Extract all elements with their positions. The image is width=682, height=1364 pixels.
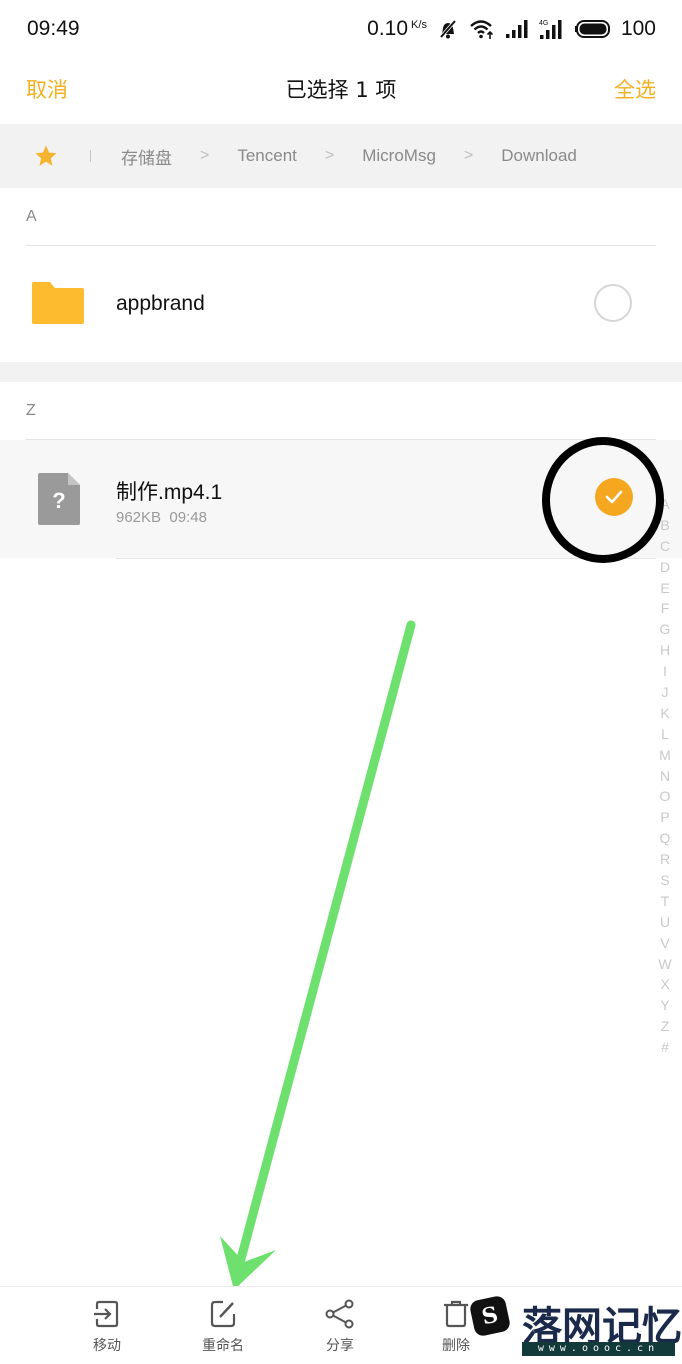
status-time: 09:49	[27, 17, 80, 40]
share-icon	[325, 1299, 354, 1329]
folder-icon	[32, 282, 84, 324]
alphabet-index-letter[interactable]: O	[660, 786, 671, 807]
select-checkbox-checked[interactable]	[595, 478, 633, 516]
alphabet-index[interactable]: A B C D E F G H I J K L M N O P Q R S T U V W X Y Z #	[658, 494, 672, 1058]
signal-icon	[505, 20, 528, 38]
watermark-logo-icon: S	[468, 1294, 512, 1338]
item-time: 09:48	[169, 509, 207, 526]
rename-label: 重命名	[202, 1338, 244, 1354]
star-icon[interactable]	[34, 144, 58, 168]
alphabet-index-letter[interactable]: C	[660, 536, 670, 557]
alphabet-index-letter[interactable]: X	[660, 974, 669, 995]
section-letter: A	[26, 208, 37, 225]
rename-button[interactable]: 重命名	[183, 1299, 263, 1355]
alphabet-index-letter[interactable]: T	[661, 891, 670, 912]
item-size: 962KB	[116, 509, 162, 526]
item-name: 制作.mp4.1	[116, 481, 223, 504]
section-separator	[0, 362, 682, 382]
list-item-file-selected[interactable]: ? 制作.mp4.1 962KB 09:48	[0, 440, 682, 558]
wifi-icon	[470, 20, 494, 39]
breadcrumb-item-download[interactable]: Download	[501, 146, 577, 166]
chevron-right-icon: >	[200, 147, 210, 164]
breadcrumb: 存储盘 > Tencent > MicroMsg > Download	[0, 124, 682, 188]
section-letter: Z	[26, 402, 36, 419]
alphabet-index-letter[interactable]: M	[659, 745, 671, 766]
select-all-button[interactable]: 全选	[614, 74, 656, 104]
annotation-arrow	[220, 620, 416, 1290]
section-header-z: Z	[0, 382, 682, 440]
alphabet-index-letter[interactable]: #	[661, 1037, 669, 1058]
rename-icon	[210, 1300, 236, 1328]
move-icon	[94, 1300, 119, 1328]
alphabet-index-letter[interactable]: H	[660, 640, 670, 661]
page-title: 已选择 1 项	[285, 78, 397, 102]
alphabet-index-letter[interactable]: K	[660, 703, 669, 724]
alphabet-index-letter[interactable]: J	[662, 682, 669, 703]
alphabet-index-letter[interactable]: D	[660, 557, 670, 578]
select-checkbox[interactable]	[594, 284, 632, 322]
network-speed: 0.10 K/s	[367, 17, 427, 41]
svg-text:?: ?	[52, 488, 65, 513]
battery-level: 100	[620, 17, 656, 40]
chevron-right-icon: >	[463, 147, 474, 164]
alphabet-index-letter[interactable]: V	[660, 933, 669, 954]
alphabet-index-letter[interactable]: L	[661, 724, 669, 745]
alphabet-index-letter[interactable]: G	[660, 619, 671, 640]
alphabet-index-letter[interactable]: Q	[660, 828, 671, 849]
status-bar: 09:49 0.10 K/s 4G 100	[0, 0, 682, 60]
svg-text:4G: 4G	[539, 20, 548, 27]
alphabet-index-letter[interactable]: U	[660, 912, 670, 933]
breadcrumb-divider	[90, 150, 91, 162]
alphabet-index-letter[interactable]: I	[663, 661, 667, 682]
alphabet-index-letter[interactable]: P	[660, 807, 669, 828]
status-icons: 0.10 K/s 4G 100	[367, 14, 656, 44]
battery-icon	[574, 20, 610, 38]
alphabet-index-letter[interactable]: W	[658, 954, 671, 975]
list-item-folder[interactable]: appbrand	[0, 246, 682, 362]
alphabet-index-letter[interactable]: B	[660, 515, 669, 536]
alphabet-index-letter[interactable]: S	[660, 870, 669, 891]
item-meta: 962KB 09:48	[116, 509, 207, 526]
section-header-a: A	[0, 188, 682, 246]
share-label: 分享	[326, 1338, 354, 1354]
alphabet-index-letter[interactable]: R	[660, 849, 670, 870]
breadcrumb-item-storage[interactable]: 存储盘	[121, 144, 172, 169]
breadcrumb-item-tencent[interactable]: Tencent	[237, 146, 297, 166]
alphabet-index-letter[interactable]: Z	[661, 1016, 670, 1037]
divider	[116, 558, 656, 559]
network-speed-value: 0.10	[367, 17, 409, 40]
share-button[interactable]: 分享	[300, 1299, 380, 1355]
watermark-url: www.oooc.cn	[522, 1342, 675, 1356]
item-name: appbrand	[116, 292, 205, 315]
unknown-file-icon: ?	[38, 473, 80, 525]
breadcrumb-item-micromsg[interactable]: MicroMsg	[362, 146, 436, 166]
checkmark-icon	[605, 490, 623, 504]
alphabet-index-letter[interactable]: N	[660, 766, 670, 787]
selection-header: 取消 已选择 1 项 全选	[0, 60, 682, 124]
4g-signal-icon: 4G	[539, 20, 562, 39]
move-label: 移动	[93, 1338, 121, 1354]
move-button[interactable]: 移动	[67, 1299, 147, 1355]
mute-icon	[439, 19, 457, 39]
chevron-right-icon: >	[324, 147, 335, 164]
alphabet-index-letter[interactable]: F	[661, 598, 670, 619]
alphabet-index-letter[interactable]: A	[660, 494, 669, 515]
alphabet-index-letter[interactable]: E	[660, 578, 669, 599]
watermark: S 落网记忆 www.oooc.cn	[462, 1290, 682, 1364]
network-speed-unit: K/s	[411, 19, 427, 31]
alphabet-index-letter[interactable]: Y	[660, 995, 669, 1016]
